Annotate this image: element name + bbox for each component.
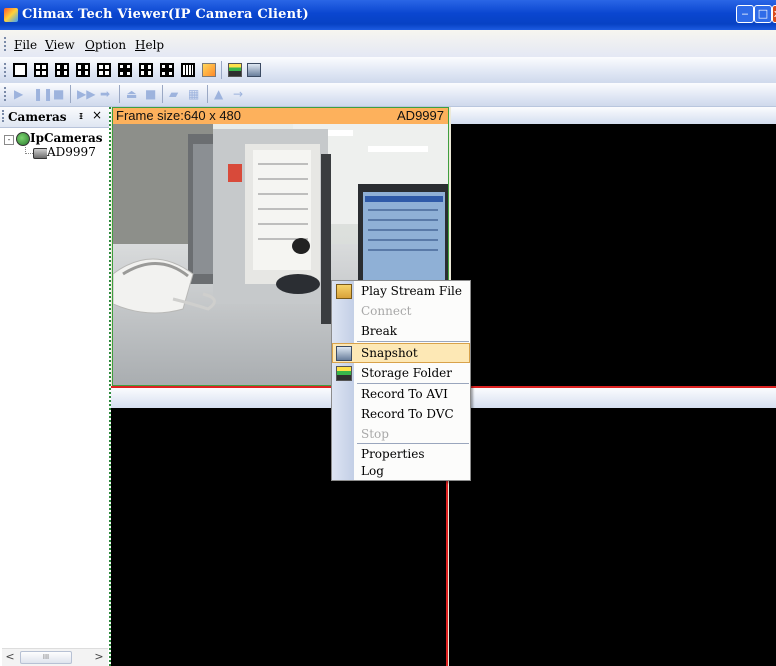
menu-item-storage-folder[interactable]: Storage Folder xyxy=(332,363,470,383)
menu-help[interactable]: Help xyxy=(135,38,164,52)
fast-forward-icon[interactable]: ▶▶ xyxy=(77,87,95,101)
upload-icon[interactable]: ▲ xyxy=(214,87,223,101)
quad-view-icon[interactable] xyxy=(34,63,48,77)
tree-item-ad9997[interactable]: AD9997 xyxy=(47,145,96,159)
scroll-thumb[interactable]: III xyxy=(20,651,72,664)
maximize-button[interactable]: □ xyxy=(754,5,772,23)
menu-item-record-to-dvc[interactable]: Record To DVC xyxy=(332,404,470,424)
minimize-icon: ‒ xyxy=(741,7,749,20)
sixteen-view-icon[interactable] xyxy=(181,63,195,77)
eight-view-icon[interactable] xyxy=(97,63,111,77)
playback-toolbar: ▶ ❚❚ ■ ▶▶ ➡ ⏏ ■ ▰ ▦ ▲ → xyxy=(0,83,776,107)
six-view-icon[interactable] xyxy=(55,63,69,77)
menu-grip[interactable] xyxy=(4,37,9,51)
layout-toolbar xyxy=(0,57,776,84)
scroll-left-icon[interactable]: < xyxy=(3,650,17,664)
tree-item-ipcameras[interactable]: IpCameras xyxy=(30,131,103,145)
toolbar-separator xyxy=(207,85,208,103)
settings-icon[interactable]: ▦ xyxy=(188,87,199,101)
panel-grip[interactable] xyxy=(2,110,7,122)
arrow-right-icon[interactable]: → xyxy=(233,87,243,101)
full-screen-icon[interactable] xyxy=(202,63,216,77)
close-icon[interactable]: × xyxy=(92,108,102,122)
menu-item-connect[interactable]: Connect xyxy=(332,301,470,321)
menu-item-play-stream-file[interactable]: Play Stream File xyxy=(332,281,470,301)
tree-collapse-toggle[interactable]: - xyxy=(4,135,14,145)
menu-separator xyxy=(357,341,469,342)
menu-item-break[interactable]: Break xyxy=(332,321,470,341)
next-frame-icon[interactable]: ➡ xyxy=(100,87,110,101)
single-view-icon[interactable] xyxy=(13,63,27,77)
folder-window-icon xyxy=(336,366,352,381)
thirteen-view-icon[interactable] xyxy=(160,63,174,77)
toolbar-grip[interactable] xyxy=(4,63,9,77)
cameras-panel: Cameras ᵻ × - IpCameras AD9997 < III > xyxy=(0,107,111,666)
video-pane-header-2 xyxy=(451,107,776,124)
menu-file[interactable]: File xyxy=(14,38,37,52)
open-file-icon[interactable]: ▰ xyxy=(169,87,178,101)
maximize-icon: □ xyxy=(757,7,769,20)
minimize-button[interactable]: ‒ xyxy=(736,5,754,23)
toolbar-separator xyxy=(119,85,120,103)
toolbar-separator xyxy=(70,85,71,103)
toolbar-separator xyxy=(221,61,222,79)
open-folder-icon xyxy=(336,284,352,299)
menu-item-stop[interactable]: Stop xyxy=(332,424,470,444)
cameras-panel-title: Cameras xyxy=(8,110,67,124)
sidebar-horizontal-scrollbar[interactable]: < III > xyxy=(2,648,108,666)
pin-icon[interactable]: ᵻ xyxy=(79,109,83,122)
menu-view[interactable]: View xyxy=(45,38,75,52)
stop-icon[interactable]: ■ xyxy=(53,87,64,101)
frame-size-label: Frame size:640 x 480 xyxy=(116,108,242,123)
camera-device-icon xyxy=(33,148,48,159)
context-menu: Play Stream File Connect Break Snapshot … xyxy=(331,280,471,481)
eject-icon[interactable]: ⏏ xyxy=(126,87,137,101)
video-pane-empty-4[interactable] xyxy=(449,408,776,666)
toolbar-grip[interactable] xyxy=(4,87,9,101)
ten-view-icon[interactable] xyxy=(139,63,153,77)
camera-name-label: AD9997 xyxy=(397,108,444,123)
seven-view-icon[interactable] xyxy=(76,63,90,77)
app-icon xyxy=(4,8,18,22)
video-pane-empty-2[interactable] xyxy=(451,107,776,386)
menu-item-log[interactable]: Log xyxy=(332,461,470,481)
menu-bar: File View Option Help xyxy=(0,30,776,58)
title-bar[interactable]: Climax Tech Viewer(IP Camera Client) ‒ □… xyxy=(0,0,776,30)
storage-folder-icon[interactable] xyxy=(228,63,242,77)
ip-cameras-group-icon xyxy=(16,132,30,146)
cameras-panel-header: Cameras ᵻ × xyxy=(0,107,109,128)
close-button[interactable]: x xyxy=(772,5,776,23)
tree-connector xyxy=(25,153,33,155)
nine-view-icon[interactable] xyxy=(118,63,132,77)
toolbar-separator xyxy=(162,85,163,103)
camera-icon xyxy=(336,346,352,361)
menu-item-snapshot[interactable]: Snapshot xyxy=(332,343,470,363)
menu-option[interactable]: Option xyxy=(85,38,126,52)
video-pane-header[interactable]: Frame size:640 x 480 AD9997 xyxy=(112,107,449,124)
menu-item-record-to-avi[interactable]: Record To AVI xyxy=(332,384,470,404)
scroll-right-icon[interactable]: > xyxy=(92,650,106,664)
record-icon[interactable]: ■ xyxy=(145,87,156,101)
window-title: Climax Tech Viewer(IP Camera Client) xyxy=(22,7,309,22)
play-icon[interactable]: ▶ xyxy=(14,87,23,101)
snapshot-icon[interactable] xyxy=(247,63,261,77)
pause-icon[interactable]: ❚❚ xyxy=(33,87,53,101)
